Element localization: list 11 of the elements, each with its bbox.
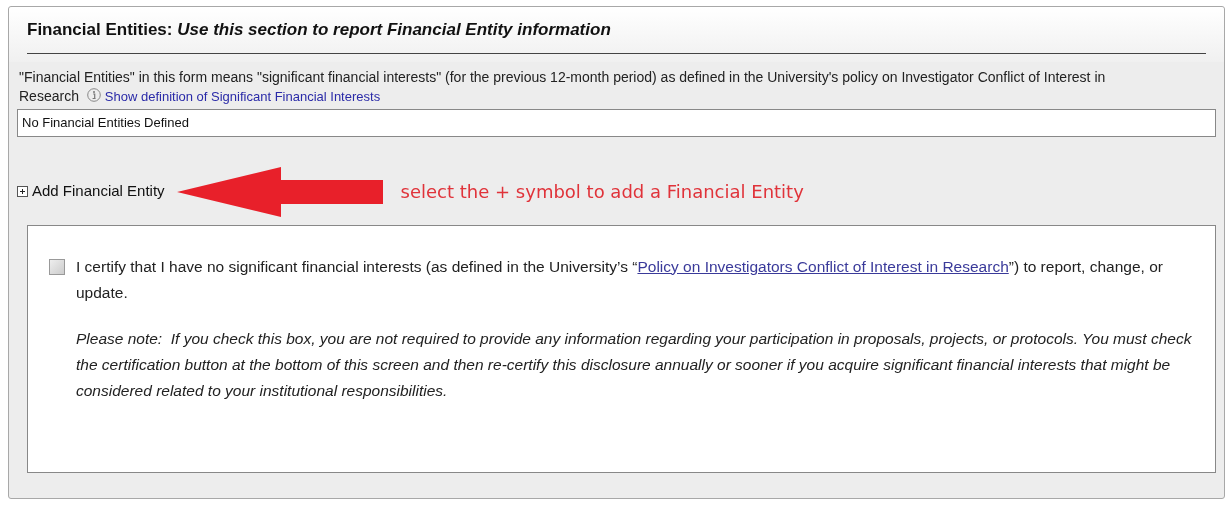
policy-link[interactable]: Policy on Investigators Conflict of Interest in Research <box>637 257 1009 275</box>
entities-field[interactable]: No Financial Entities Defined <box>17 108 1216 137</box>
add-entity-button[interactable]: Add Financial Entity <box>17 180 165 203</box>
annotation-text: select the + symbol to add a Financial Entity <box>400 180 804 204</box>
note-text: Please note: If you check this box, you are not required to provide any information regarding your participation in proposals, projects, or protocols. You must check the certification button at the bottom of this screen and then re-certify this disclosure annually or sooner if you acquire significant financial interests that might be considered related to your institutional responsibilities. <box>76 328 1193 401</box>
info-icon <box>86 87 101 102</box>
certify-checkbox[interactable] <box>49 258 65 275</box>
description-text: "Financial Entities" in this form means "significant financial interests" (for the previous 12-month period) as defined in the University's policy on Investigator Conflict of Interest in Research Show definition of Significant Financial Interests <box>18 67 1107 106</box>
certify-text: I certify that I have no significant financial interests (as defined in the University’s “Policy on Investigators Conflict of Interest in Research”) to report, change, or update. <box>76 256 1164 303</box>
definition-link[interactable]: Show definition of Significant Financial Interests <box>104 88 381 104</box>
section-title: Financial Entities: Use this section to report Financial Entity information <box>27 17 1206 54</box>
